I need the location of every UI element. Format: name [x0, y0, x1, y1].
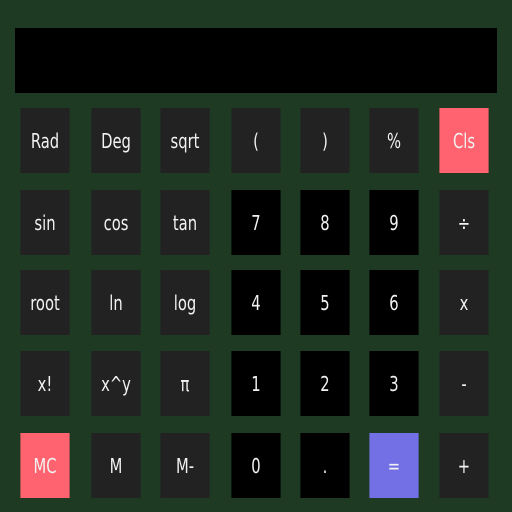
button-label: 2	[320, 371, 330, 396]
digit-6-button[interactable]: 6	[369, 270, 419, 335]
open-paren-button[interactable]: (	[231, 108, 281, 173]
button-label: 7	[251, 210, 261, 235]
percent-button[interactable]: %	[369, 108, 419, 173]
button-label: 3	[389, 371, 399, 396]
button-label: Deg	[101, 128, 131, 153]
button-label: M	[109, 453, 123, 478]
tan-button[interactable]: tan	[160, 190, 210, 255]
button-label: %	[386, 128, 402, 153]
button-label: sqrt	[170, 128, 200, 153]
sqrt-button[interactable]: sqrt	[160, 108, 210, 173]
button-label: 9	[389, 210, 399, 235]
button-label: log	[173, 290, 197, 315]
clear-button[interactable]: Cls	[439, 108, 489, 173]
button-label: x!	[37, 371, 53, 396]
button-label: 6	[389, 290, 399, 315]
digit-0-button[interactable]: 0	[231, 433, 281, 498]
button-label: ÷	[457, 210, 471, 235]
button-label: Rad	[30, 128, 60, 153]
multiply-button[interactable]: x	[439, 270, 489, 335]
root-button[interactable]: root	[20, 270, 70, 335]
button-label: x	[459, 290, 469, 315]
button-label: .	[322, 453, 328, 478]
factorial-button[interactable]: x!	[20, 351, 70, 416]
memory-clear-button[interactable]: MC	[20, 433, 70, 498]
ln-button[interactable]: ln	[91, 270, 141, 335]
button-label: 5	[320, 290, 330, 315]
button-label: =	[387, 453, 401, 478]
add-button[interactable]: +	[439, 433, 489, 498]
button-label: 1	[251, 371, 261, 396]
digit-1-button[interactable]: 1	[231, 351, 281, 416]
button-label: -	[461, 371, 467, 396]
digit-9-button[interactable]: 9	[369, 190, 419, 255]
power-button[interactable]: x^y	[91, 351, 141, 416]
button-label: 4	[251, 290, 261, 315]
button-label: 8	[320, 210, 330, 235]
button-label: root	[30, 290, 60, 315]
sin-button[interactable]: sin	[20, 190, 70, 255]
digit-3-button[interactable]: 3	[369, 351, 419, 416]
button-label: π	[180, 371, 190, 396]
log-button[interactable]: log	[160, 270, 210, 335]
cos-button[interactable]: cos	[91, 190, 141, 255]
button-label: M-	[175, 453, 195, 478]
decimal-button[interactable]: .	[300, 433, 350, 498]
button-label: sin	[34, 210, 56, 235]
digit-4-button[interactable]: 4	[231, 270, 281, 335]
equals-button[interactable]: =	[369, 433, 419, 498]
button-label: +	[457, 453, 471, 478]
button-label: MC	[33, 453, 57, 478]
button-label: x^y	[101, 371, 131, 396]
divide-button[interactable]: ÷	[439, 190, 489, 255]
subtract-button[interactable]: -	[439, 351, 489, 416]
button-label: tan	[172, 210, 198, 235]
button-label: 0	[251, 453, 261, 478]
pi-button[interactable]: π	[160, 351, 210, 416]
display-screen	[15, 28, 497, 93]
digit-7-button[interactable]: 7	[231, 190, 281, 255]
button-label: ln	[109, 290, 123, 315]
deg-button[interactable]: Deg	[91, 108, 141, 173]
digit-5-button[interactable]: 5	[300, 270, 350, 335]
close-paren-button[interactable]: )	[300, 108, 350, 173]
digit-2-button[interactable]: 2	[300, 351, 350, 416]
button-label: )	[322, 128, 328, 153]
button-label: Cls	[452, 128, 476, 153]
memory-minus-button[interactable]: M-	[160, 433, 210, 498]
memory-button[interactable]: M	[91, 433, 141, 498]
button-label: cos	[103, 210, 129, 235]
button-label: (	[253, 128, 259, 153]
digit-8-button[interactable]: 8	[300, 190, 350, 255]
rad-button[interactable]: Rad	[20, 108, 70, 173]
